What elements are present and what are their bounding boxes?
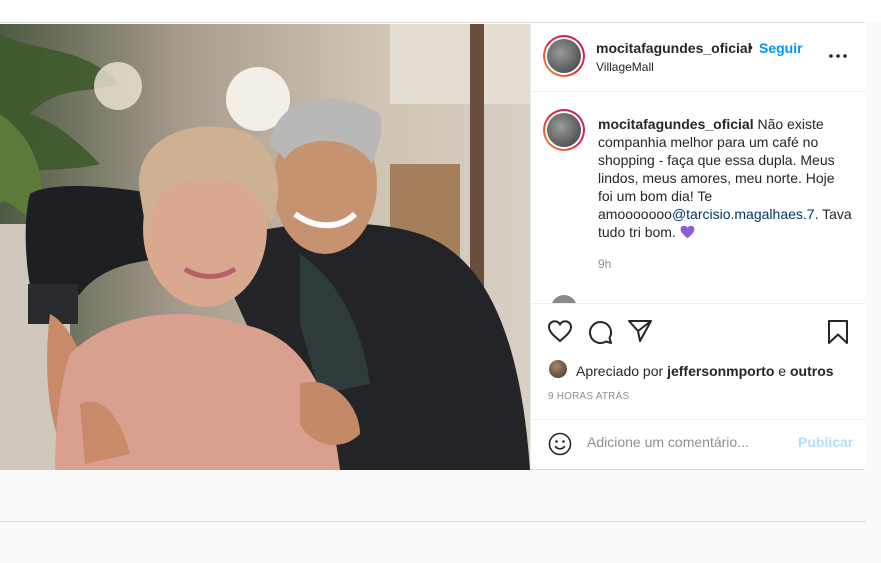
time-ago[interactable]: 9 HORAS ATRÁS [548, 391, 629, 402]
caption-time: 9h [598, 257, 612, 271]
liked-and: e [778, 363, 787, 379]
purple-heart-icon [680, 225, 695, 243]
publish-button[interactable]: Publicar [798, 434, 853, 450]
caption: mocitafagundes_oficial Não existe compan… [598, 115, 853, 243]
avatar[interactable] [543, 35, 585, 77]
bookmark-icon[interactable] [827, 319, 849, 350]
liker-avatar[interactable] [549, 360, 567, 378]
comment-box: Publicar [531, 419, 865, 470]
caption-avatar[interactable] [543, 109, 585, 151]
actions-bar [531, 303, 865, 420]
top-bar [0, 0, 881, 22]
liked-by: Apreciado por jeffersonmporto e outros [576, 363, 834, 379]
post-header: mocitafagundes_oficial • Seguir VillageM… [531, 23, 865, 92]
liked-prefix: Apreciado por [576, 363, 664, 379]
comment-icon[interactable] [587, 319, 613, 350]
heart-icon[interactable] [547, 319, 573, 348]
caption-username[interactable]: mocitafagundes_oficial [598, 116, 754, 132]
post-sidebar: mocitafagundes_oficial • Seguir VillageM… [530, 23, 865, 469]
follow-button[interactable]: Seguir [759, 40, 803, 56]
share-icon[interactable] [627, 319, 653, 348]
liked-user-link[interactable]: jeffersonmporto [667, 363, 774, 379]
post-photo[interactable] [0, 24, 530, 470]
liked-others-link[interactable]: outros [790, 363, 834, 379]
username-link[interactable]: mocitafagundes_oficial [596, 40, 752, 56]
next-comment-peek [551, 295, 577, 303]
caption-mention[interactable]: @tarcisio.magalhaes.7 [672, 206, 815, 222]
more-horizontal-icon[interactable] [827, 49, 849, 63]
page-divider [0, 521, 866, 522]
location-link[interactable]: VillageMall [596, 60, 654, 74]
comment-input[interactable] [587, 434, 777, 450]
emoji-icon[interactable] [548, 432, 572, 461]
separator-dot: • [748, 39, 753, 55]
